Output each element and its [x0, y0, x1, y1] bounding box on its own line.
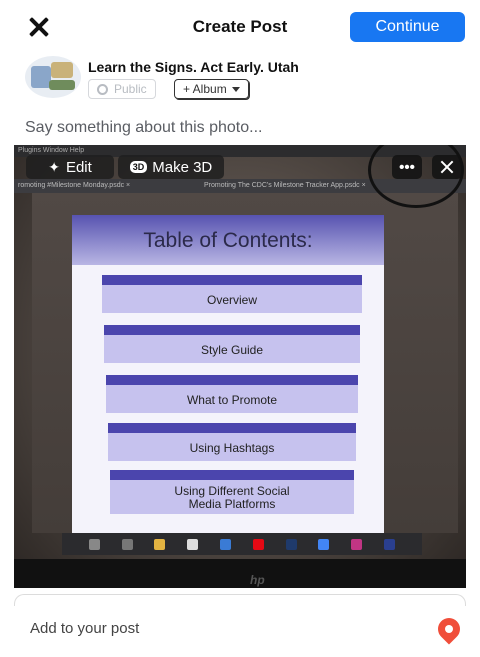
toc-item-style-guide: Style Guide	[104, 325, 360, 363]
more-options-button[interactable]: •••	[392, 155, 422, 179]
toc-item-social-platforms: Using Different Social Media Platforms	[110, 470, 354, 514]
make-3d-label: Make 3D	[152, 158, 213, 176]
toc-slide: Table of Contents: Overview Style Guide …	[72, 215, 384, 535]
close-icon[interactable]	[26, 14, 52, 40]
album-label: + Album	[183, 82, 227, 96]
add-to-post-label[interactable]: Add to your post	[30, 620, 139, 637]
edit-photo-button[interactable]: ✦ Edit	[26, 155, 114, 179]
page-name: Learn the Signs. Act Early. Utah	[88, 59, 299, 75]
caret-down-icon	[231, 86, 240, 92]
remove-photo-button[interactable]	[432, 155, 462, 179]
continue-button[interactable]: Continue	[350, 12, 465, 42]
photo-tab-bar: romoting #Milestone Monday.psdc × Promot…	[14, 179, 466, 193]
toc-title: Table of Contents:	[143, 229, 313, 252]
make-3d-button[interactable]: 3D Make 3D	[118, 155, 224, 179]
photo-tab-1: romoting #Milestone Monday.psdc ×	[18, 182, 131, 189]
toc-item-what-to-promote: What to Promote	[106, 375, 358, 413]
toc-item-overview: Overview	[102, 275, 362, 313]
photo-preview: Plugins Window Help romoting #Milestone …	[14, 145, 466, 588]
edit-label: Edit	[65, 158, 92, 176]
album-selector[interactable]: + Album	[174, 79, 249, 99]
header-bar: Create Post Continue	[0, 0, 480, 56]
privacy-label: Public	[114, 82, 147, 96]
globe-icon	[97, 83, 108, 95]
location-pin-icon[interactable]	[433, 613, 465, 645]
magic-wand-icon: ✦	[48, 158, 60, 175]
photo-tab-2: Promoting The CDC's Milestone Tracker Ap…	[204, 182, 366, 189]
caption-input[interactable]	[25, 116, 455, 140]
bottom-sheet-edge	[14, 594, 466, 606]
3d-icon: 3D	[129, 161, 148, 173]
photo-taskbar	[62, 533, 422, 555]
avatar	[25, 56, 81, 98]
toc-item-using-hashtags: Using Hashtags	[108, 423, 356, 461]
privacy-selector[interactable]: Public	[88, 79, 156, 99]
laptop-logo: hp	[250, 573, 265, 587]
